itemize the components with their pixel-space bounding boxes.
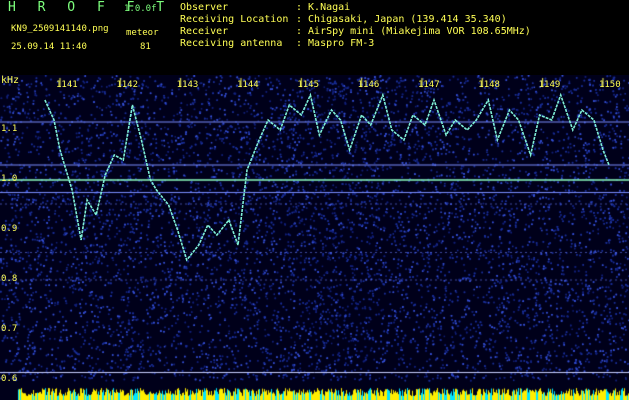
x-tick-label: 1146 bbox=[357, 80, 380, 90]
filename: KN9_2509141140.png bbox=[11, 24, 109, 34]
y-tick-label: 0.8 bbox=[1, 274, 18, 284]
meta-key-observer: Observer bbox=[180, 2, 229, 13]
meta-value-observer: : K.Nagai bbox=[296, 2, 351, 13]
date-time: 25.09.14 11:40 bbox=[11, 42, 87, 52]
y-tick-label: 0.6 bbox=[1, 374, 18, 384]
x-tick-label: 1150 bbox=[598, 80, 621, 90]
spectrogram-window: { "header": { "software_name": "H R O F … bbox=[0, 0, 629, 400]
x-tick-label: 1141 bbox=[56, 80, 78, 90]
x-tick-label: 1144 bbox=[236, 80, 259, 90]
x-tick-label: 1149 bbox=[538, 80, 561, 90]
station-tag: meteor bbox=[126, 28, 159, 38]
meta-value-location: : Chigasaki, Japan (139.414 35.340) bbox=[296, 14, 507, 25]
x-tick-label: 1142 bbox=[116, 80, 139, 90]
y-axis-unit: kHz bbox=[1, 75, 20, 86]
y-tick-label: 1.0 bbox=[1, 174, 18, 184]
y-tick-label: 0.9 bbox=[1, 224, 18, 234]
meta-key-receiver: Receiver bbox=[180, 26, 229, 37]
detection-count: 81 bbox=[140, 42, 151, 52]
x-tick-label: 1147 bbox=[417, 80, 440, 90]
software-version: 1.0.0f bbox=[124, 4, 157, 14]
x-tick-label: 1148 bbox=[478, 80, 500, 90]
spectrogram-plot bbox=[0, 75, 629, 400]
meta-value-receiver: : AirSpy mini (Miakejima VOR 108.65MHz) bbox=[296, 26, 531, 37]
y-tick-label: 1.1 bbox=[1, 124, 18, 134]
meta-value-antenna: : Maspro FM-3 bbox=[296, 38, 375, 49]
meta-key-location: Receiving Location bbox=[180, 14, 289, 25]
x-tick-label: 1143 bbox=[176, 80, 199, 90]
y-tick-label: 0.7 bbox=[1, 324, 18, 334]
meta-key-antenna: Receiving antenna bbox=[180, 38, 283, 49]
x-tick-label: 1145 bbox=[297, 80, 319, 90]
